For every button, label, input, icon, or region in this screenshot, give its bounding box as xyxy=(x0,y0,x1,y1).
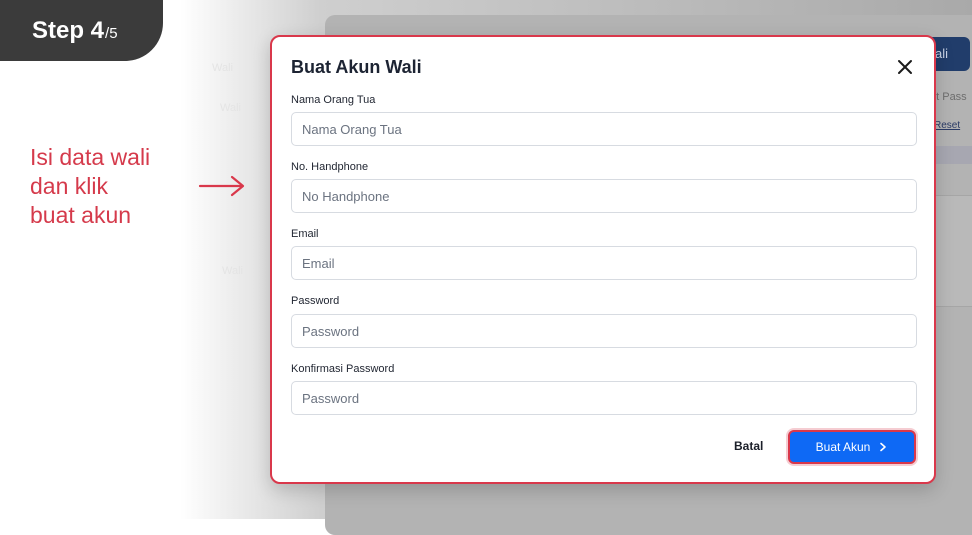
confirm-password-input[interactable] xyxy=(291,381,917,415)
step-current: Step 4 xyxy=(32,16,105,44)
chevron-right-icon xyxy=(880,442,887,452)
instruction-line: buat akun xyxy=(30,202,132,228)
create-account-label: Buat Akun xyxy=(815,440,871,454)
instruction-line: dan klik xyxy=(30,173,108,199)
create-account-button[interactable]: Buat Akun xyxy=(788,430,916,464)
background-row-highlight xyxy=(930,146,972,164)
step-total: /5 xyxy=(105,24,118,42)
phone-label: No. Handphone xyxy=(291,161,369,173)
background-faint-label: Wali xyxy=(222,265,243,277)
close-icon[interactable] xyxy=(895,57,915,77)
background-faint-label: Wali xyxy=(212,62,233,74)
create-guardian-account-modal: Buat Akun Wali Nama Orang Tua No. Handph… xyxy=(270,35,936,484)
arrow-right-icon xyxy=(198,175,245,197)
password-input[interactable] xyxy=(291,314,917,348)
instruction-text: Isi data wali dan klik buat akun xyxy=(30,143,200,230)
parent-name-input[interactable] xyxy=(291,112,917,146)
parent-name-label: Nama Orang Tua xyxy=(291,94,376,106)
email-input[interactable] xyxy=(291,246,917,280)
phone-input[interactable] xyxy=(291,179,917,213)
instruction-line: Isi data wali xyxy=(30,144,151,170)
confirm-password-label: Konfirmasi Password xyxy=(291,363,395,375)
password-label: Password xyxy=(291,295,340,307)
email-label: Email xyxy=(291,228,319,240)
cancel-button[interactable]: Batal xyxy=(734,439,763,453)
modal-title: Buat Akun Wali xyxy=(291,57,422,77)
step-badge: Step 4 /5 xyxy=(0,0,163,61)
background-faint-label: Wali xyxy=(220,102,241,114)
background-reset-link: Reset xyxy=(934,120,961,131)
